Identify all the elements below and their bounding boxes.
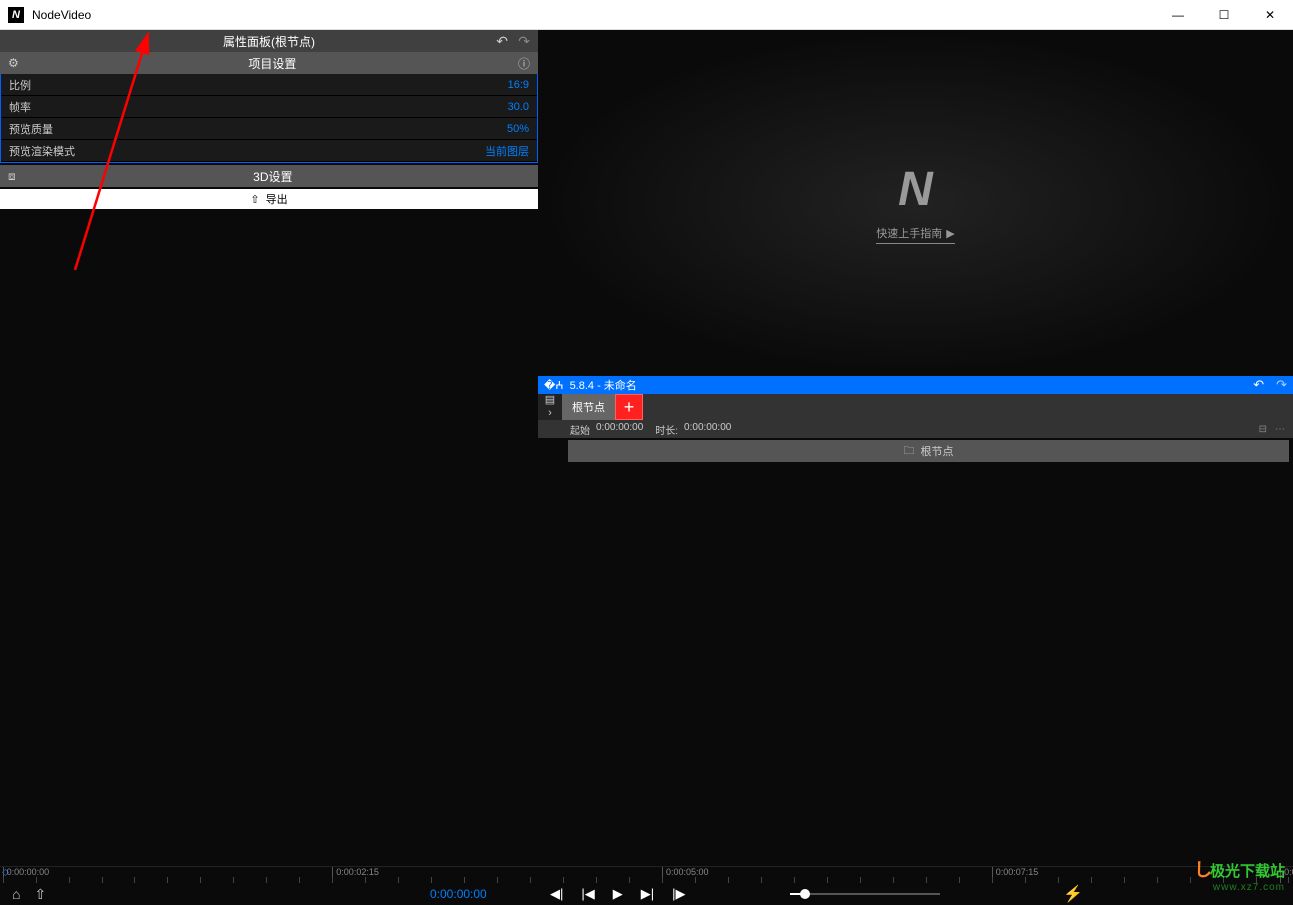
property-row[interactable]: 预览质量 50% xyxy=(1,118,537,140)
right-panel: N 快速上手指南 ▶ �ⵄ 5.8.4 - 未命名 ↶ ↷ ▤ › 根节点 + xyxy=(538,30,1293,866)
next-frame-icon[interactable]: ▶| xyxy=(641,886,654,902)
watermark-title: 极光下载站 xyxy=(1210,863,1285,880)
property-label: 预览渲染模式 xyxy=(9,143,75,159)
share-icon[interactable]: ⇧ xyxy=(34,886,46,903)
ruler-label: 0:00:07:15 xyxy=(996,867,1039,877)
quick-guide-label: 快速上手指南 xyxy=(876,225,942,241)
app-logo-icon: N xyxy=(8,7,24,23)
bottom-bar: ⬦ 0:00:00:000:00:02:150:00:05:000:00:07:… xyxy=(0,866,1293,905)
preview-logo-icon: N xyxy=(898,162,933,217)
ruler-label: 0:00:00:00 xyxy=(7,867,50,877)
duration-value[interactable]: 0:00:00:00 xyxy=(684,422,731,437)
3d-settings-header[interactable]: ⧈ 3D设置 xyxy=(0,165,538,187)
upload-icon: ⇧ xyxy=(250,193,259,206)
properties-title: 属性面板(根节点) xyxy=(223,33,315,50)
gear-icon: ⚙ xyxy=(8,56,19,70)
ruler-label: 0:00:05:00 xyxy=(666,867,709,877)
home-icon[interactable]: ⌂ xyxy=(12,886,20,903)
timeline-header: �ⵄ 5.8.4 - 未命名 ↶ ↷ xyxy=(538,376,1293,394)
export-label: 导出 xyxy=(266,191,288,207)
properties-header: 属性面板(根节点) ↶ ↷ xyxy=(0,30,538,52)
folder-icon: 🗀 xyxy=(904,442,915,461)
chevron-right-icon[interactable]: › xyxy=(548,407,552,420)
hierarchy-icon[interactable]: �ⵄ xyxy=(544,379,564,392)
project-settings-title: 项目设置 xyxy=(27,55,518,72)
property-value[interactable]: 当前图层 xyxy=(485,143,529,159)
main-area: 属性面板(根节点) ↶ ↷ ⚙ 项目设置 ⓘ 比例 16:9 帧率 30.0 预… xyxy=(0,30,1293,866)
timeline-tab-root[interactable]: 根节点 xyxy=(562,394,615,420)
more-icon[interactable]: ⋯ xyxy=(1275,424,1285,435)
play-icon[interactable]: ▶ xyxy=(613,886,623,902)
current-time[interactable]: 0:00:00:00 xyxy=(430,887,487,901)
property-value[interactable]: 30.0 xyxy=(508,101,529,113)
preview-area: N 快速上手指南 ▶ xyxy=(538,30,1293,376)
property-row[interactable]: 帧率 30.0 xyxy=(1,96,537,118)
skip-forward-icon[interactable]: |▶ xyxy=(672,886,685,902)
cube-icon: ⧈ xyxy=(8,169,16,184)
skip-back-icon[interactable]: ◀| xyxy=(550,886,563,902)
prev-frame-icon[interactable]: |◀ xyxy=(581,886,594,902)
undo-icon[interactable]: ↶ xyxy=(496,33,508,50)
timeline-title: 5.8.4 - 未命名 xyxy=(570,377,637,393)
timeline-undo-icon[interactable]: ↶ xyxy=(1253,377,1264,393)
track-label: 根节点 xyxy=(921,443,954,459)
property-label: 帧率 xyxy=(9,99,31,115)
title-bar: N NodeVideo — ☐ ✕ xyxy=(0,0,1293,30)
timeline-track-root[interactable]: 🗀 根节点 xyxy=(568,440,1289,462)
watermark-url: www.xz7.com xyxy=(1194,882,1285,893)
timeline-panel: �ⵄ 5.8.4 - 未命名 ↶ ↷ ▤ › 根节点 + 起始 0:00:00:… xyxy=(538,376,1293,866)
property-value[interactable]: 16:9 xyxy=(508,79,529,91)
export-button[interactable]: ⇧ 导出 xyxy=(0,189,538,209)
window-controls: — ☐ ✕ xyxy=(1155,0,1293,30)
ruler-label: 0:00:02:15 xyxy=(336,867,379,877)
quick-guide-link[interactable]: 快速上手指南 ▶ xyxy=(876,225,954,244)
duration-label: 时长: xyxy=(655,422,678,437)
timeline-tabs: ▤ › 根节点 + xyxy=(538,394,1293,420)
play-icon: ▶ xyxy=(946,227,954,240)
timeline-redo-icon[interactable]: ↷ xyxy=(1276,377,1287,393)
collapse-icon[interactable]: ⊟ xyxy=(1259,424,1267,435)
start-label: 起始 xyxy=(570,422,590,437)
property-label: 比例 xyxy=(9,77,31,93)
3d-settings-title: 3D设置 xyxy=(16,168,530,185)
property-row[interactable]: 比例 16:9 xyxy=(1,74,537,96)
left-panel: 属性面板(根节点) ↶ ↷ ⚙ 项目设置 ⓘ 比例 16:9 帧率 30.0 预… xyxy=(0,30,538,866)
zoom-slider[interactable] xyxy=(790,893,940,895)
playback-controls: ⌂ ⇧ 0:00:00:00 ◀| |◀ ▶ ▶| |▶ ⚡ xyxy=(0,883,1293,905)
timeline-info-bar: 起始 0:00:00:00 时长: 0:00:00:00 ⊟ ⋯ xyxy=(538,420,1293,438)
flash-icon[interactable]: ⚡ xyxy=(1063,884,1083,904)
property-row[interactable]: 预览渲染模式 当前图层 xyxy=(1,140,537,162)
watermark: し极光下载站 www.xz7.com xyxy=(1194,856,1285,893)
project-settings-header[interactable]: ⚙ 项目设置 ⓘ xyxy=(0,52,538,74)
property-value[interactable]: 50% xyxy=(507,123,529,135)
app-title: NodeVideo xyxy=(32,8,91,22)
time-ruler[interactable]: ⬦ 0:00:00:000:00:02:150:00:05:000:00:07:… xyxy=(0,866,1293,883)
minimize-button[interactable]: — xyxy=(1155,0,1201,30)
help-icon[interactable]: ⓘ xyxy=(518,55,530,72)
property-label: 预览质量 xyxy=(9,121,53,137)
add-tab-button[interactable]: + xyxy=(615,394,643,420)
redo-icon[interactable]: ↷ xyxy=(518,33,530,50)
timeline-side-icons[interactable]: ▤ › xyxy=(538,394,562,420)
start-value[interactable]: 0:00:00:00 xyxy=(596,422,643,437)
properties-body: 比例 16:9 帧率 30.0 预览质量 50% 预览渲染模式 当前图层 xyxy=(0,74,538,163)
slider-thumb[interactable] xyxy=(800,889,810,899)
list-icon[interactable]: ▤ xyxy=(545,394,555,407)
close-button[interactable]: ✕ xyxy=(1247,0,1293,30)
maximize-button[interactable]: ☐ xyxy=(1201,0,1247,30)
